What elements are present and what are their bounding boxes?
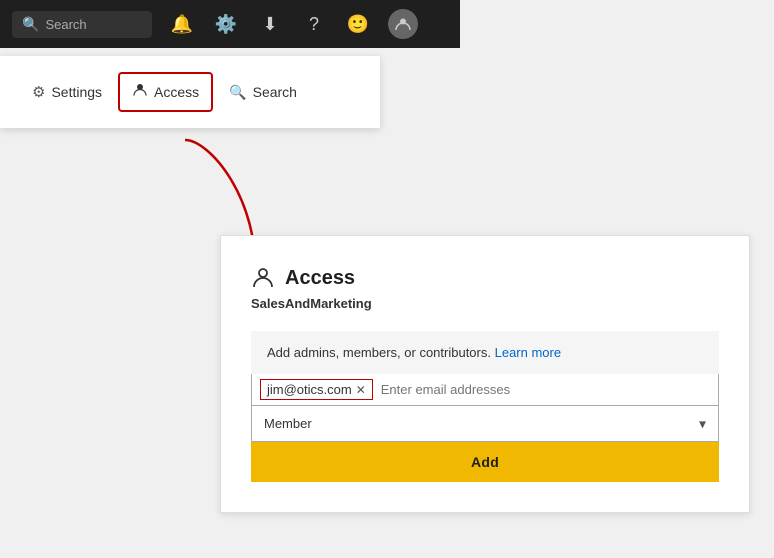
- bell-icon[interactable]: 🔔: [168, 10, 196, 38]
- access-label: Access: [154, 84, 199, 100]
- learn-more-link[interactable]: Learn more: [495, 345, 561, 360]
- access-heading: Access: [285, 267, 355, 290]
- help-icon[interactable]: ?: [300, 10, 328, 38]
- search-nav-icon: 🔍: [229, 84, 246, 101]
- add-description: Add admins, members, or contributors. Le…: [251, 331, 719, 374]
- search-box-text: Search: [45, 17, 86, 32]
- email-tag-text: jim@otics.com: [267, 382, 352, 397]
- role-select[interactable]: Member Admin Contributor: [252, 406, 718, 441]
- nav-search[interactable]: 🔍 Search: [217, 76, 309, 109]
- access-title-icon: [251, 266, 275, 290]
- nav-item-access[interactable]: Access: [118, 72, 213, 112]
- search-box[interactable]: 🔍 Search: [12, 11, 152, 38]
- email-tag-close-icon[interactable]: ✕: [356, 383, 366, 397]
- access-title: Access: [251, 266, 719, 290]
- settings-nav-icon: ⚙: [32, 83, 45, 101]
- search-nav-label: Search: [253, 84, 297, 100]
- top-bar: 🔍 Search 🔔 ⚙️ ⬇ ? 🙂: [0, 0, 460, 48]
- settings-label: Settings: [51, 84, 102, 100]
- search-icon: 🔍: [22, 16, 39, 33]
- gear-icon[interactable]: ⚙️: [212, 10, 240, 38]
- role-select-row[interactable]: Member Admin Contributor: [251, 406, 719, 442]
- access-nav-icon: [132, 82, 148, 102]
- avatar[interactable]: [388, 9, 418, 39]
- add-description-text: Add admins, members, or contributors.: [267, 345, 491, 360]
- add-button[interactable]: Add: [251, 442, 719, 482]
- access-subtitle: SalesAndMarketing: [251, 296, 719, 311]
- access-panel: Access SalesAndMarketing Add admins, mem…: [220, 235, 750, 513]
- smiley-icon[interactable]: 🙂: [344, 10, 372, 38]
- nav-item-settings[interactable]: ⚙ Settings: [20, 75, 114, 109]
- download-icon[interactable]: ⬇: [256, 10, 284, 38]
- settings-panel: ⚙ Settings Access 🔍 Search: [0, 56, 380, 128]
- top-bar-icons: 🔔 ⚙️ ⬇ ? 🙂: [168, 9, 418, 39]
- email-input[interactable]: [377, 378, 710, 401]
- email-tag[interactable]: jim@otics.com ✕: [260, 379, 373, 400]
- email-row[interactable]: jim@otics.com ✕: [251, 374, 719, 406]
- settings-nav: ⚙ Settings Access 🔍 Search: [20, 72, 360, 112]
